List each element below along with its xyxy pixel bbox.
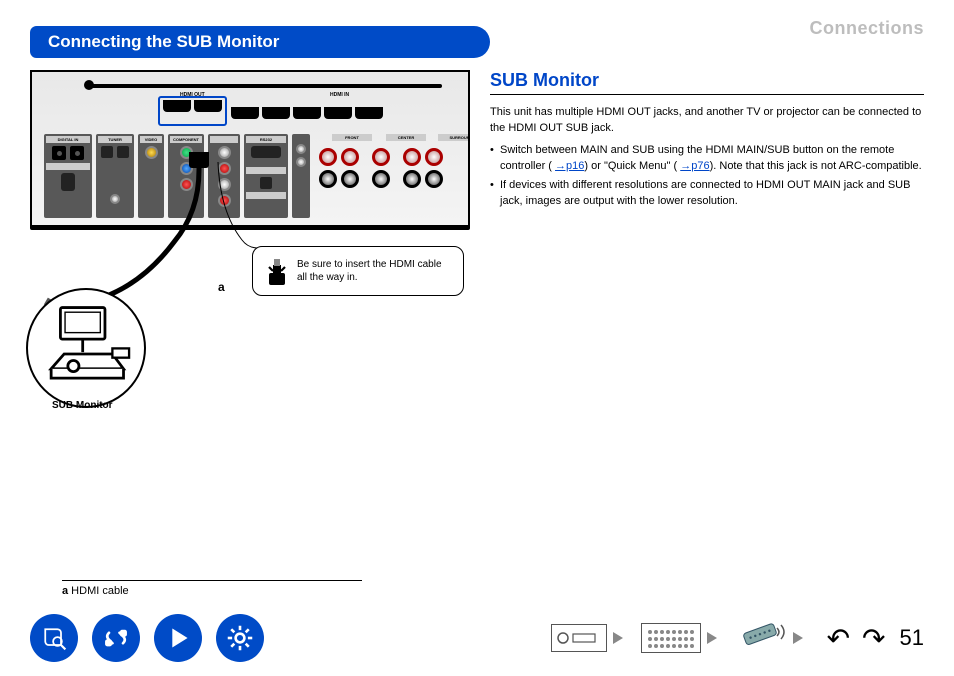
chevron-right-icon [613, 632, 623, 644]
hdmi-in-label: HDMI IN [330, 92, 349, 98]
footer-nav: ↶ ↷ 51 [30, 614, 924, 662]
section-label: Connections [809, 18, 924, 39]
play-button[interactable] [154, 614, 202, 662]
hdmi-main-port-icon [194, 100, 222, 112]
tuner-label: TUNER [98, 136, 132, 143]
remote-control-icon [735, 622, 787, 655]
rs232-label: RS232 [246, 136, 286, 143]
device-rear-nav[interactable] [641, 623, 717, 653]
manual-search-button[interactable] [30, 614, 78, 662]
page-number: 51 [900, 625, 924, 651]
hdmi-sub-port-icon [163, 100, 191, 112]
surround-label: SURROUND [438, 134, 470, 141]
cable-label-a: a [218, 280, 225, 294]
front-label: FRONT [332, 134, 372, 141]
bullet-list: Switch between MAIN and SUB using the HD… [490, 143, 924, 210]
callout-leader [216, 162, 258, 250]
hdmi-out-highlight [158, 96, 227, 126]
link-p16[interactable]: →p16 [555, 160, 584, 172]
title-bar: Connecting the SUB Monitor [30, 26, 490, 58]
device-front-nav[interactable] [551, 624, 623, 652]
connections-button[interactable] [92, 614, 140, 662]
callout-bubble: Be sure to insert the HDMI cable all the… [252, 246, 464, 296]
callout-text: Be sure to insert the HDMI cable all the… [297, 258, 451, 284]
remote-nav[interactable] [735, 622, 803, 655]
digital-in-label: DIGITAL IN [46, 136, 90, 143]
receiver-front-icon [551, 624, 607, 652]
center-label: CENTER [386, 134, 426, 141]
chevron-right-icon [707, 632, 717, 644]
footnote-value: HDMI cable [68, 585, 129, 597]
component-label: COMPONENT [170, 136, 202, 143]
intro-paragraph: This unit has multiple HDMI OUT jacks, a… [490, 105, 924, 137]
bullet1-text-b: ) or "Quick Menu" ( [584, 160, 680, 172]
prev-page-button[interactable]: ↶ [827, 622, 850, 655]
settings-button[interactable] [216, 614, 264, 662]
next-page-button[interactable]: ↷ [862, 622, 885, 655]
link-p76[interactable]: →p76 [680, 160, 709, 172]
projector-label: SUB Monitor [52, 400, 113, 411]
footnote: a HDMI cable [62, 580, 362, 597]
chevron-right-icon [793, 632, 803, 644]
video-label: VIDEO [140, 136, 162, 143]
insert-cable-icon [265, 257, 289, 285]
antenna-icon [88, 84, 442, 88]
sub-heading: SUB Monitor [490, 70, 924, 95]
bullet-1: Switch between MAIN and SUB using the HD… [490, 143, 924, 175]
receiver-rear-icon [641, 623, 701, 653]
bullet1-text-c: ). Note that this jack is not ARC-compat… [710, 160, 922, 172]
projector-illustration [26, 288, 146, 408]
bullet-2: If devices with different resolutions ar… [490, 178, 924, 210]
